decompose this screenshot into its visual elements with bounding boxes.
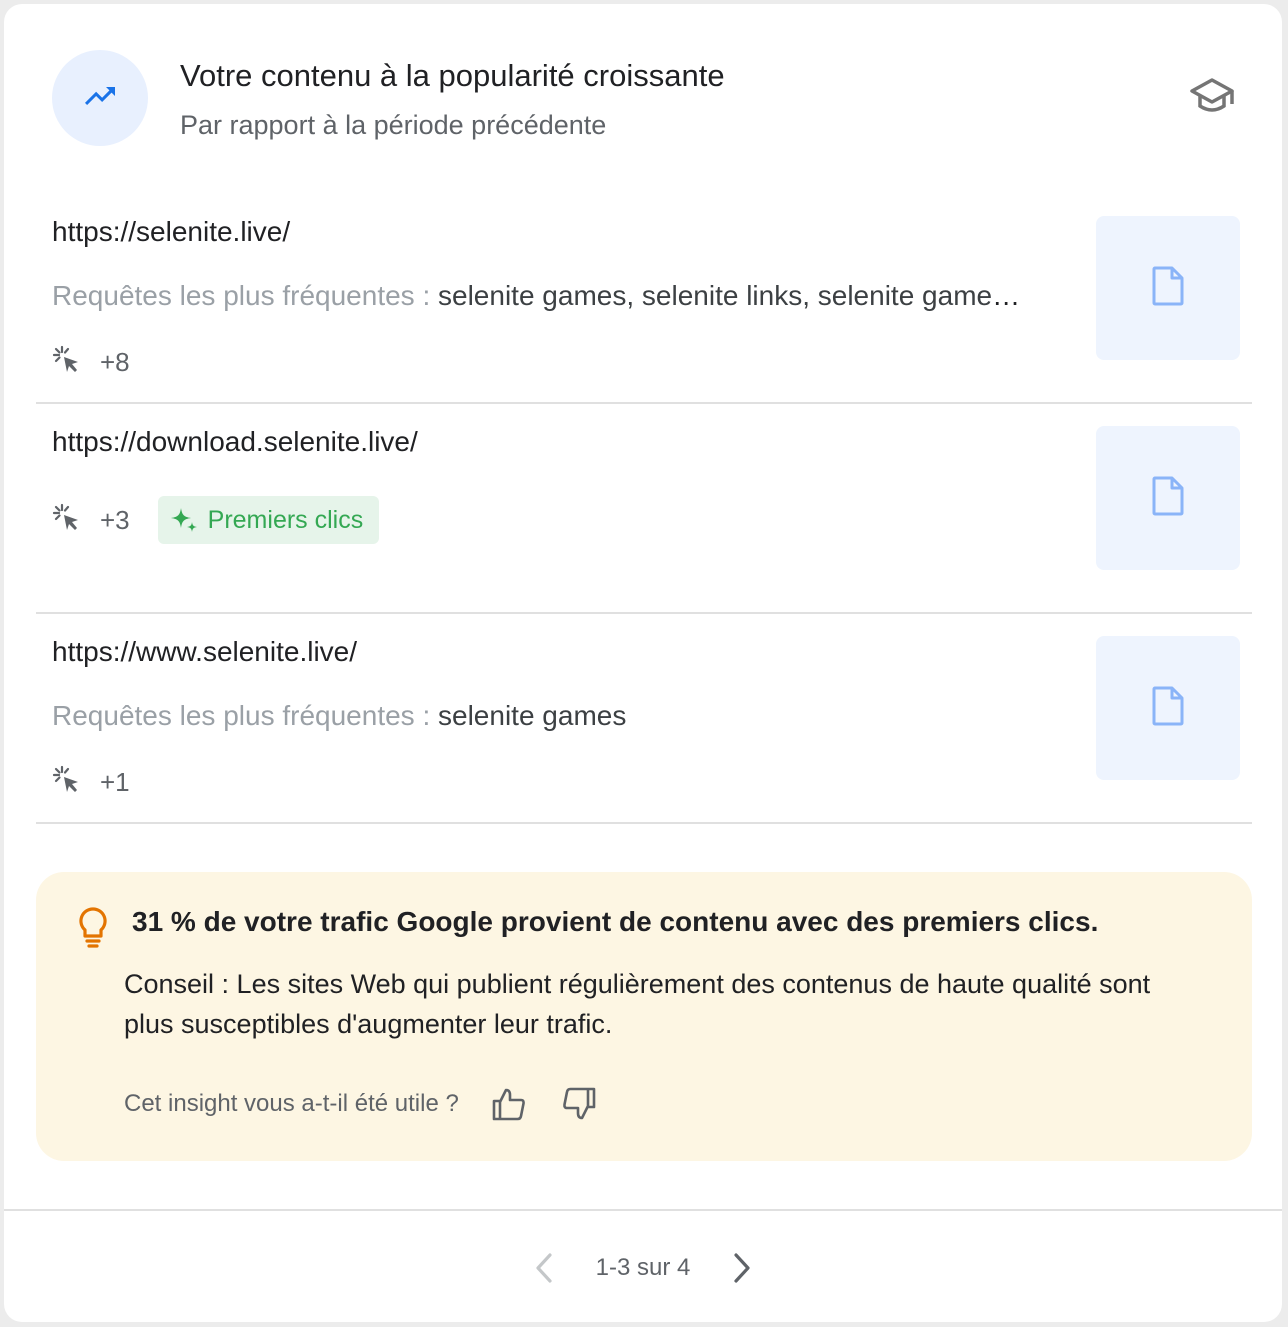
queries-label: Requêtes les plus fréquentes : [52, 280, 439, 311]
click-count: +1 [100, 766, 130, 797]
queries-value: selenite games, selenite links, selenite… [438, 280, 1022, 311]
content-row[interactable]: https://download.selenite.live/ +3 Premi… [36, 404, 1252, 614]
learn-more-button[interactable] [1184, 74, 1240, 124]
document-icon [1151, 686, 1185, 731]
footer-divider [4, 1209, 1282, 1211]
queries-label: Requêtes les plus fréquentes : [52, 700, 439, 731]
lightbulb-icon [76, 906, 110, 953]
clicks-info: +8 [52, 342, 130, 382]
click-cursor-icon [52, 765, 82, 800]
pagination: 1-3 sur 4 [4, 1246, 1282, 1290]
thumbs-up-icon [492, 1088, 525, 1121]
row-queries: Requêtes les plus fréquentes : selenite … [52, 700, 1022, 732]
insight-box: 31 % de votre trafic Google provient de … [36, 872, 1252, 1161]
thumbs-down-button[interactable] [559, 1084, 599, 1124]
row-url[interactable]: https://www.selenite.live/ [52, 636, 357, 668]
page-thumbnail[interactable] [1096, 216, 1240, 360]
card-subtitle: Par rapport à la période précédente [180, 110, 607, 140]
insight-title: 31 % de votre trafic Google provient de … [132, 906, 1099, 937]
thumbs-down-icon [562, 1087, 596, 1120]
click-cursor-icon [52, 503, 82, 538]
badge-label: Premiers clics [207, 505, 364, 534]
document-icon [1151, 266, 1185, 311]
click-cursor-icon [52, 345, 82, 380]
previous-page-button[interactable] [526, 1246, 562, 1290]
page-range: 1-3 sur 4 [595, 1254, 691, 1281]
feedback-question: Cet insight vous a-t-il été utile ? [124, 1090, 459, 1117]
content-row[interactable]: https://www.selenite.live/ Requêtes les … [36, 614, 1252, 824]
thumbs-up-button[interactable] [489, 1084, 529, 1124]
first-clicks-badge: Premiers clics [157, 496, 380, 544]
next-page-button[interactable] [724, 1246, 760, 1290]
click-count: +3 [100, 504, 130, 535]
queries-value: selenite games [438, 700, 627, 731]
graduation-cap-icon [1188, 76, 1236, 123]
content-row[interactable]: https://selenite.live/ Requêtes les plus… [36, 194, 1252, 404]
feedback-row: Cet insight vous a-t-il été utile ? [124, 1084, 599, 1124]
chevron-left-icon [536, 1253, 552, 1283]
insight-tip: Conseil : Les sites Web qui publient rég… [124, 969, 1151, 1039]
chevron-right-icon [734, 1253, 750, 1283]
trending-up-icon [82, 78, 118, 119]
row-url[interactable]: https://selenite.live/ [52, 216, 290, 248]
card-title: Votre contenu à la popularité croissante [180, 58, 725, 93]
row-queries: Requêtes les plus fréquentes : selenite … [52, 280, 1022, 312]
click-count: +8 [100, 346, 130, 377]
document-icon [1151, 476, 1185, 521]
trending-badge [52, 50, 148, 146]
clicks-info: +1 [52, 762, 130, 802]
sparkle-icon [170, 508, 197, 532]
page-thumbnail[interactable] [1096, 636, 1240, 780]
card-header: Votre contenu à la popularité croissante… [4, 4, 1282, 194]
clicks-info: +3 Premiers clics [52, 496, 380, 544]
popular-content-card: Votre contenu à la popularité croissante… [4, 4, 1282, 1322]
page-thumbnail[interactable] [1096, 426, 1240, 570]
row-url[interactable]: https://download.selenite.live/ [52, 426, 418, 458]
